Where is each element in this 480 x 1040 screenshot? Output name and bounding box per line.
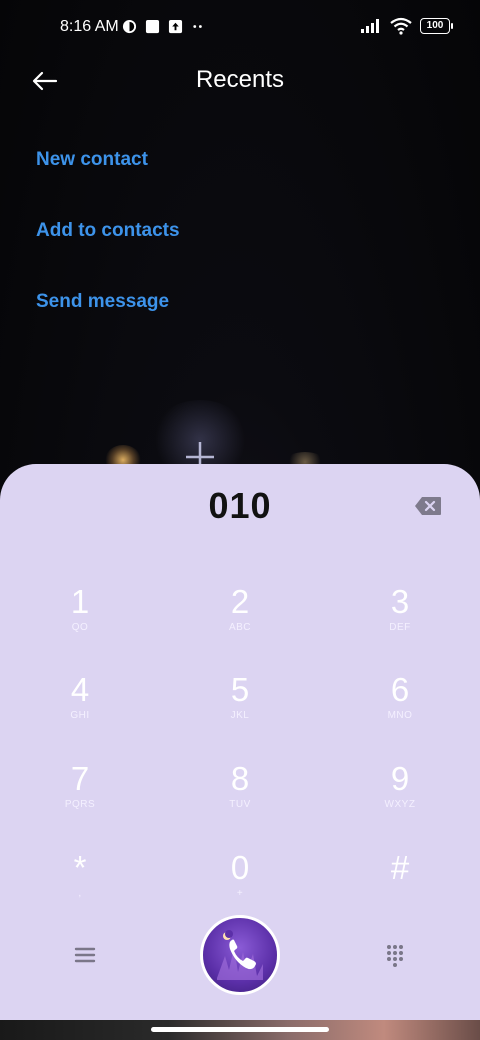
key-5[interactable]: 5 JKL xyxy=(180,670,300,746)
send-message-link[interactable]: Send message xyxy=(36,291,169,313)
status-bar: 8:16 AM 100 xyxy=(0,0,480,56)
key-digit: # xyxy=(390,849,410,886)
key-digit: 0 xyxy=(230,849,250,886)
page-title: Recents xyxy=(195,66,285,93)
key-3[interactable]: 3 DEF xyxy=(340,582,460,658)
key-letters: WXYZ xyxy=(384,799,416,810)
key-digit: 6 xyxy=(390,671,410,708)
key-1[interactable]: 1 QO xyxy=(20,582,140,658)
new-contact-link[interactable]: New contact xyxy=(36,149,148,171)
add-to-contacts-link[interactable]: Add to contacts xyxy=(36,220,180,242)
dialpad-grid-icon[interactable] xyxy=(380,940,410,970)
key-letters: QO xyxy=(71,622,89,633)
key-2[interactable]: 2 ABC xyxy=(180,582,300,658)
status-system-icons: 100 xyxy=(360,17,453,35)
backspace-icon[interactable] xyxy=(414,496,442,516)
ring-icon xyxy=(122,19,137,34)
more-dots-icon xyxy=(193,25,202,28)
key-letters: JKL xyxy=(230,710,250,721)
upload-icon xyxy=(168,19,183,34)
key-hash[interactable]: # xyxy=(340,848,460,924)
status-time: 8:16 AM xyxy=(60,18,119,35)
key-letters: , xyxy=(78,888,82,899)
key-digit: 8 xyxy=(230,760,250,797)
key-digit: * xyxy=(73,849,87,886)
key-9[interactable]: 9 WXYZ xyxy=(340,759,460,835)
dialed-number[interactable]: 010 xyxy=(0,485,480,527)
key-letters: GHI xyxy=(70,710,90,721)
key-letters: DEF xyxy=(389,622,411,633)
key-star[interactable]: * , xyxy=(20,848,140,924)
key-digit: 2 xyxy=(230,583,250,620)
key-digit: 4 xyxy=(70,671,90,708)
key-letters: ABC xyxy=(228,622,252,633)
key-7[interactable]: 7 PQRS xyxy=(20,759,140,835)
menu-icon[interactable] xyxy=(70,940,100,970)
key-digit: 9 xyxy=(390,760,410,797)
key-4[interactable]: 4 GHI xyxy=(20,670,140,746)
key-digit: 3 xyxy=(390,583,410,620)
key-0[interactable]: 0 + xyxy=(180,848,300,924)
key-letters: + xyxy=(236,888,244,899)
signal-icon xyxy=(361,19,379,33)
key-6[interactable]: 6 MNO xyxy=(340,670,460,746)
wifi-icon xyxy=(390,17,412,35)
call-button[interactable] xyxy=(200,915,280,995)
phone-icon xyxy=(217,930,263,980)
key-digit: 5 xyxy=(230,671,250,708)
key-8[interactable]: 8 TUV xyxy=(180,759,300,835)
key-digit: 7 xyxy=(70,760,90,797)
key-letters: MNO xyxy=(387,710,413,721)
home-indicator[interactable] xyxy=(151,1027,329,1032)
status-notification-icons xyxy=(122,19,206,34)
key-digit: 1 xyxy=(70,583,90,620)
key-letters: TUV xyxy=(229,799,251,810)
battery-icon: 100 xyxy=(420,18,453,34)
square-icon xyxy=(145,19,160,34)
key-letters: PQRS xyxy=(64,799,96,810)
